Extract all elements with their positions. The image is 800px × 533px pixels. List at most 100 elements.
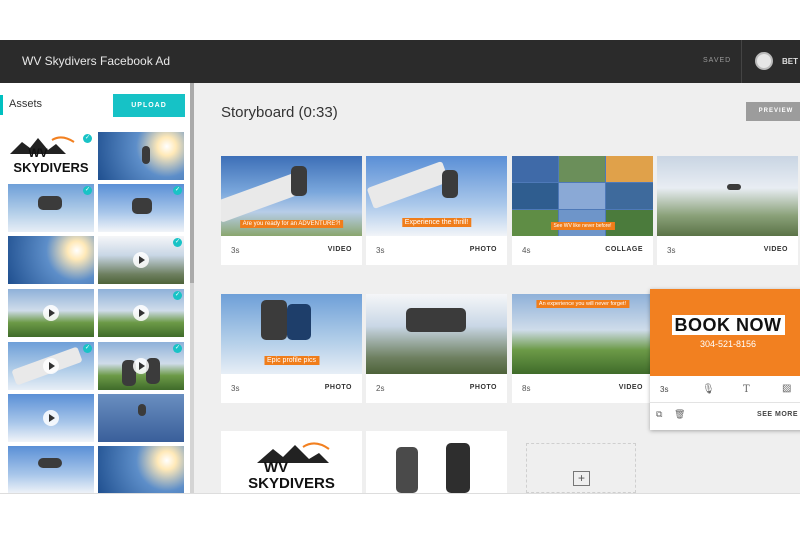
skydiver-silhouette bbox=[142, 146, 150, 164]
app-header: WV Skydivers Facebook Ad SAVED BET bbox=[0, 40, 800, 83]
storyboard-card[interactable] bbox=[366, 431, 507, 493]
play-icon[interactable] bbox=[43, 358, 59, 374]
storyboard-card[interactable]: An experience you will never forget! 8s … bbox=[512, 294, 653, 403]
add-scene-slot[interactable]: + bbox=[526, 443, 636, 493]
storyboard-card[interactable]: Epic profile pics 3s PHOTO bbox=[221, 294, 362, 403]
card-image bbox=[657, 156, 798, 236]
image-icon[interactable]: ▨ bbox=[782, 383, 791, 394]
card-type: PHOTO bbox=[469, 246, 497, 253]
card-duration: 3s bbox=[231, 384, 240, 393]
card-duration: 3s bbox=[231, 246, 240, 255]
collage-tile bbox=[559, 156, 605, 182]
asset-thumbnail[interactable] bbox=[98, 394, 184, 442]
logo-text-wv: WV bbox=[263, 459, 289, 476]
check-icon: ✓ bbox=[173, 238, 182, 247]
card-image: Are you ready for an ADVENTURE?! bbox=[221, 156, 362, 236]
storyboard-title: Storyboard (0:33) bbox=[221, 104, 338, 121]
project-title[interactable]: WV Skydivers Facebook Ad bbox=[22, 54, 170, 68]
skydiver-silhouette bbox=[727, 184, 741, 190]
asset-logo[interactable]: WV SKYDIVERS ✓ bbox=[8, 132, 94, 180]
play-icon[interactable] bbox=[43, 410, 59, 426]
asset-thumbnail[interactable] bbox=[98, 446, 184, 494]
person-silhouette bbox=[287, 304, 311, 340]
asset-thumbnail[interactable] bbox=[8, 446, 94, 494]
skydiver-silhouette bbox=[406, 308, 466, 332]
card-duration: 2s bbox=[376, 384, 385, 393]
check-icon: ✓ bbox=[173, 291, 182, 300]
play-icon[interactable] bbox=[43, 305, 59, 321]
check-icon: ✓ bbox=[173, 186, 182, 195]
check-icon: ✓ bbox=[83, 134, 92, 143]
card-caption: Are you ready for an ADVENTURE?! bbox=[239, 220, 344, 228]
storyboard-card[interactable]: Are you ready for an ADVENTURE?! 3s VIDE… bbox=[221, 156, 362, 265]
logo-text-wv: WV bbox=[28, 146, 48, 160]
storyboard-card[interactable]: Experience the thrill! 3s PHOTO bbox=[366, 156, 507, 265]
add-icon[interactable]: + bbox=[573, 471, 590, 486]
book-now-card[interactable]: BOOK NOW 304-521-8156 3s 🎙 T ▨ ⧉ 🗑 SEE M… bbox=[650, 289, 800, 430]
collage-tile bbox=[512, 156, 558, 182]
asset-video-thumbnail[interactable] bbox=[8, 394, 94, 442]
card-image: See WV like never before! bbox=[512, 156, 653, 236]
card-caption: See WV like never before! bbox=[550, 222, 615, 230]
active-tab-indicator bbox=[0, 95, 3, 115]
card-caption: Epic profile pics bbox=[263, 356, 320, 365]
person-silhouette bbox=[446, 443, 470, 493]
asset-video-thumbnail[interactable] bbox=[8, 289, 94, 337]
check-icon: ✓ bbox=[83, 344, 92, 353]
card-toolbar: 3s 🎙 T ▨ bbox=[650, 376, 800, 403]
skydiver-silhouette bbox=[138, 404, 146, 416]
person-silhouette bbox=[396, 447, 418, 493]
person-silhouette bbox=[442, 170, 458, 198]
card-duration: 8s bbox=[522, 384, 531, 393]
book-now-phone: 304-521-8156 bbox=[699, 339, 757, 349]
asset-thumbnail[interactable]: ✓ bbox=[98, 184, 184, 232]
book-now-headline: BOOK NOW bbox=[650, 315, 800, 336]
preview-button[interactable]: PREVIEW bbox=[746, 102, 800, 121]
microphone-icon[interactable]: 🎙 bbox=[702, 384, 715, 395]
save-status: SAVED bbox=[703, 57, 732, 64]
check-icon: ✓ bbox=[83, 186, 92, 195]
asset-thumbnail[interactable]: ✓ bbox=[8, 184, 94, 232]
person-silhouette bbox=[291, 166, 307, 196]
storyboard-area: Storyboard (0:33) PREVIEW Are you ready … bbox=[194, 83, 800, 493]
play-icon[interactable] bbox=[133, 305, 149, 321]
text-icon[interactable]: T bbox=[743, 384, 750, 395]
header-divider bbox=[741, 40, 742, 83]
card-duration: 3s bbox=[376, 246, 385, 255]
play-icon[interactable] bbox=[133, 358, 149, 374]
collage-tile bbox=[606, 156, 653, 182]
bottom-margin bbox=[0, 493, 800, 533]
duplicate-icon[interactable]: ⧉ bbox=[656, 409, 662, 420]
avatar[interactable] bbox=[755, 52, 773, 70]
see-more-link[interactable]: SEE MORE bbox=[757, 411, 798, 418]
card-duration[interactable]: 3s bbox=[660, 385, 668, 394]
asset-video-thumbnail[interactable]: ✓ bbox=[98, 342, 184, 390]
assets-panel: Assets UPLOAD WV SKYDIVERS ✓ ✓ ✓ ✓ ✓ ✓ ✓ bbox=[0, 83, 194, 494]
card-caption: An experience you will never forget! bbox=[535, 300, 630, 308]
collage-tile bbox=[559, 183, 605, 209]
play-icon[interactable] bbox=[133, 252, 149, 268]
asset-video-thumbnail[interactable]: ✓ bbox=[98, 236, 184, 284]
trash-icon[interactable]: 🗑 bbox=[674, 409, 685, 420]
skydiver-silhouette bbox=[38, 196, 62, 210]
card-image bbox=[366, 294, 507, 374]
storyboard-card-logo[interactable]: WV SKYDIVERS bbox=[221, 431, 362, 493]
person-silhouette bbox=[261, 300, 287, 340]
asset-video-thumbnail[interactable]: ✓ bbox=[8, 342, 94, 390]
card-duration: 4s bbox=[522, 246, 531, 255]
skydiver-silhouette bbox=[132, 198, 152, 214]
storyboard-card[interactable]: 2s PHOTO bbox=[366, 294, 507, 403]
assets-label[interactable]: Assets bbox=[9, 98, 42, 110]
card-type: PHOTO bbox=[324, 384, 352, 391]
upload-button[interactable]: UPLOAD bbox=[113, 94, 185, 117]
asset-thumbnail[interactable] bbox=[98, 132, 184, 180]
card-image: Epic profile pics bbox=[221, 294, 362, 374]
storyboard-card[interactable]: See WV like never before! 4s COLLAGE bbox=[512, 156, 653, 265]
asset-thumbnail[interactable] bbox=[8, 236, 94, 284]
card-image: Experience the thrill! bbox=[366, 156, 507, 236]
asset-video-thumbnail[interactable]: ✓ bbox=[98, 289, 184, 337]
storyboard-card[interactable]: 3s VIDEO bbox=[657, 156, 798, 265]
check-icon: ✓ bbox=[173, 344, 182, 353]
card-image: An experience you will never forget! bbox=[512, 294, 653, 374]
user-name[interactable]: BET bbox=[782, 57, 798, 66]
